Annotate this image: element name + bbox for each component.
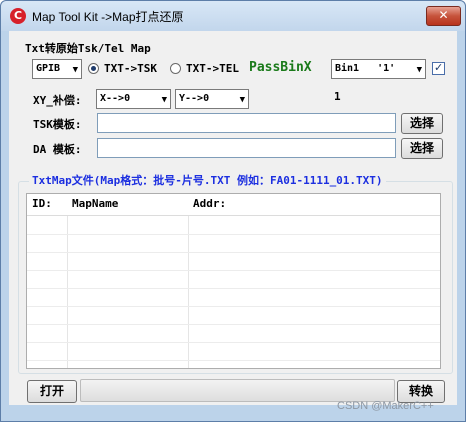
progress-bar — [80, 379, 395, 402]
counter-text: 1 — [334, 90, 341, 103]
passbin-label: PassBinX — [249, 60, 312, 75]
tsk-select-button[interactable]: 选择 — [401, 113, 443, 134]
tsk-template-input[interactable] — [97, 113, 396, 133]
radio-txt-tsk-label[interactable]: TXT->TSK — [104, 62, 157, 75]
tsk-template-label: TSK模板: — [33, 118, 82, 131]
x-offset-combo[interactable]: X-->0 ▼ — [96, 89, 171, 109]
client-area: Txt转原始Tsk/Tel Map GPIB ▼ TXT->TSK TXT->T… — [9, 31, 457, 405]
txtmap-group-title: TxtMap文件(Map格式：批号-片号.TXT 例如：FA01-1111_01… — [29, 172, 386, 188]
radio-txt-tel-label[interactable]: TXT->TEL — [186, 62, 239, 75]
chevron-down-icon: ▼ — [239, 95, 245, 105]
close-button[interactable]: ✕ — [426, 6, 461, 26]
column-id[interactable]: ID: — [32, 197, 52, 210]
chevron-down-icon: ▼ — [161, 95, 167, 105]
app-logo-icon: C — [10, 8, 26, 24]
map-file-list[interactable]: ID: MapName Addr: — [26, 193, 441, 369]
da-template-label: DA 模板: — [33, 143, 82, 156]
column-mapname[interactable]: MapName — [72, 197, 118, 210]
x-offset-value: X-->0 — [100, 93, 131, 104]
close-icon: ✕ — [438, 8, 449, 22]
xy-offset-label: XY_补偿: — [33, 94, 82, 107]
da-template-input[interactable] — [97, 138, 396, 158]
grid-line — [27, 306, 440, 307]
y-offset-combo[interactable]: Y-->0 ▼ — [175, 89, 249, 109]
grid-line — [27, 360, 440, 361]
app-window: C Map Tool Kit ->Map打点还原 ✕ Txt转原始Tsk/Tel… — [0, 0, 466, 422]
grid-line — [27, 288, 440, 289]
window-title: Map Tool Kit ->Map打点还原 — [32, 10, 184, 24]
bin-combo-value: Bin1 '1' — [335, 63, 396, 74]
chevron-down-icon: ▼ — [72, 65, 78, 75]
header-divider — [27, 215, 440, 216]
grid-line — [27, 234, 440, 235]
format-combo-value: GPIB — [36, 63, 61, 74]
bin-combo[interactable]: Bin1 '1' ▼ — [331, 59, 426, 79]
radio-txt-tel[interactable] — [170, 63, 181, 74]
column-addr[interactable]: Addr: — [193, 197, 226, 210]
y-offset-value: Y-->0 — [179, 93, 210, 104]
radio-txt-tsk[interactable] — [88, 63, 99, 74]
grid-line — [27, 342, 440, 343]
da-select-button[interactable]: 选择 — [401, 138, 443, 159]
title-bar[interactable]: C Map Tool Kit ->Map打点还原 ✕ — [1, 1, 465, 31]
grid-line — [188, 216, 189, 368]
header-label: Txt转原始Tsk/Tel Map — [25, 42, 151, 55]
grid-line — [27, 252, 440, 253]
grid-line — [27, 270, 440, 271]
format-combo[interactable]: GPIB ▼ — [32, 59, 82, 79]
enable-checkbox[interactable]: ✓ — [432, 61, 445, 75]
checkmark-icon: ✓ — [434, 61, 444, 74]
watermark-text: CSDN @MakerC++ — [337, 400, 434, 412]
grid-line — [67, 216, 68, 368]
open-button[interactable]: 打开 — [27, 380, 77, 403]
chevron-down-icon: ▼ — [416, 65, 422, 75]
grid-line — [27, 324, 440, 325]
